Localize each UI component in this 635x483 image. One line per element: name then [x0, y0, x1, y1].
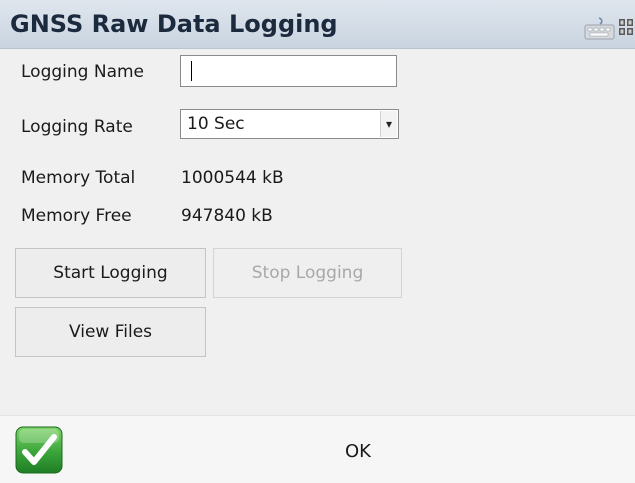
dropdown-arrow-icon[interactable]: ▾: [380, 111, 397, 137]
view-files-button[interactable]: View Files: [15, 307, 206, 357]
memory-free-value: 947840 kB: [181, 206, 273, 226]
ok-label[interactable]: OK: [345, 441, 371, 463]
logging-rate-selected-value: 10 Sec: [187, 114, 245, 134]
menu-grid-icon[interactable]: [619, 18, 633, 36]
memory-total-value: 1000544 kB: [181, 168, 284, 188]
memory-free-label: Memory Free: [21, 206, 132, 226]
app-window: GNSS Raw Data Logging Logging Name Loggi…: [0, 0, 635, 483]
memory-total-label: Memory Total: [21, 168, 136, 188]
window-title: GNSS Raw Data Logging: [10, 10, 338, 38]
start-logging-button[interactable]: Start Logging: [15, 248, 206, 298]
title-bar: GNSS Raw Data Logging: [0, 0, 635, 49]
logging-name-label: Logging Name: [21, 62, 145, 82]
logging-rate-label: Logging Rate: [21, 117, 133, 137]
stop-logging-button[interactable]: Stop Logging: [213, 248, 402, 298]
keyboard-icon[interactable]: [584, 16, 615, 40]
text-caret: [191, 61, 192, 81]
logging-rate-select[interactable]: 10 Sec ▾: [180, 109, 399, 139]
bottom-action-bar: [0, 415, 635, 483]
logging-name-input[interactable]: [180, 55, 397, 87]
ok-checkmark-icon[interactable]: [15, 426, 63, 474]
